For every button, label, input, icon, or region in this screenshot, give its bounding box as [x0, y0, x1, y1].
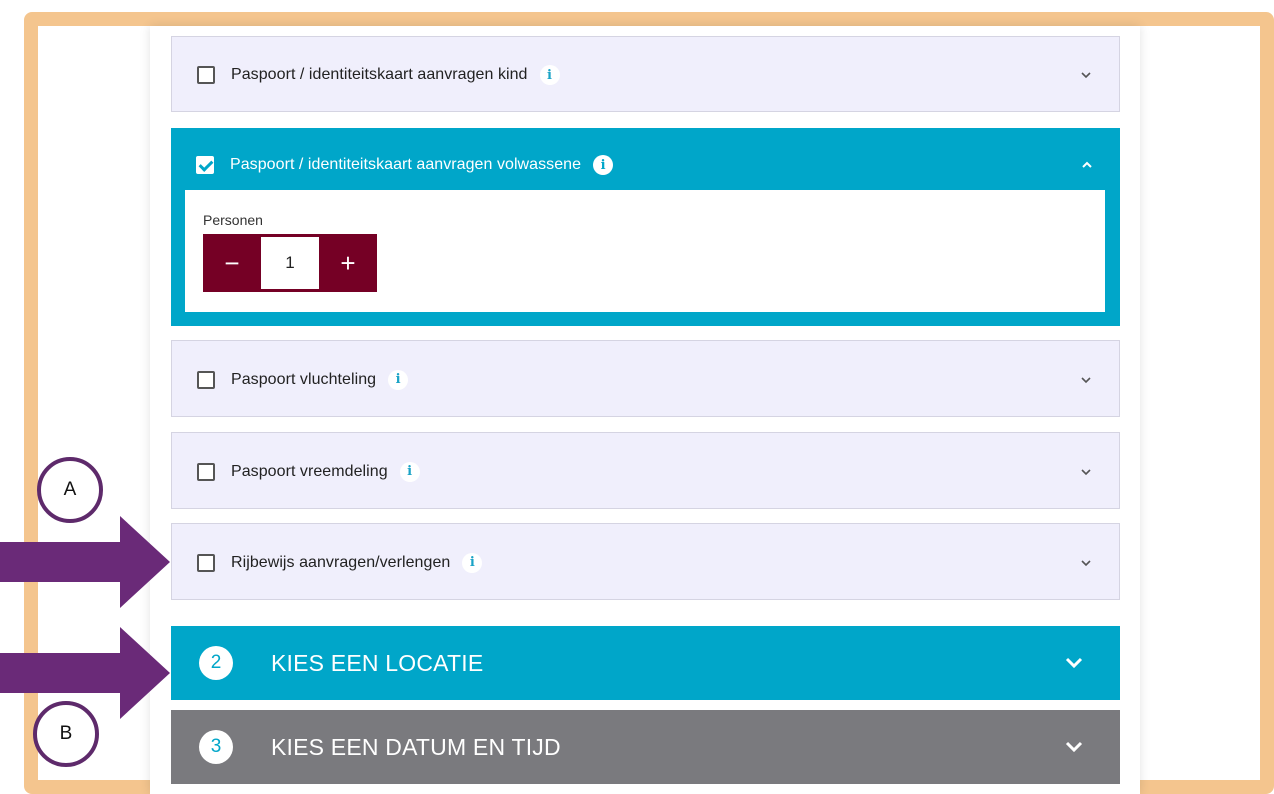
persons-panel: Personen − 1 +: [185, 190, 1105, 312]
item-label: Paspoort / identiteitskaart aanvragen vo…: [230, 156, 582, 173]
checkbox[interactable]: [197, 462, 215, 481]
service-item-passport-refugee[interactable]: Paspoort vluchteling i: [171, 340, 1120, 417]
item-label: Paspoort vreemdeling: [231, 462, 388, 480]
service-item-passport-child[interactable]: Paspoort / identiteitskaart aanvragen ki…: [171, 36, 1120, 112]
section-choose-date-time[interactable]: 3 KIES EEN DATUM EN TIJD: [171, 710, 1120, 784]
chevron-up-icon[interactable]: [1080, 158, 1094, 172]
checkbox[interactable]: [197, 370, 215, 389]
service-item-passport-foreigner[interactable]: Paspoort vreemdeling i: [171, 432, 1120, 509]
persons-stepper[interactable]: − 1 +: [203, 234, 377, 292]
item-label: Paspoort / identiteitskaart aanvragen ki…: [231, 66, 528, 83]
info-icon[interactable]: i: [462, 552, 483, 573]
section-choose-location[interactable]: 2 KIES EEN LOCATIE: [171, 626, 1120, 700]
item-label: Rijbewijs aanvragen/verlengen: [231, 553, 451, 571]
info-icon[interactable]: i: [399, 461, 420, 482]
persons-value[interactable]: 1: [261, 237, 319, 289]
checkbox-checked[interactable]: [196, 156, 214, 174]
section-title: KIES EEN LOCATIE: [271, 649, 484, 676]
checkbox[interactable]: [197, 553, 215, 572]
checkbox[interactable]: [197, 66, 215, 84]
section-title: KIES EEN DATUM EN TIJD: [271, 733, 561, 760]
callout-a: A: [37, 457, 103, 523]
chevron-down-icon[interactable]: [1064, 737, 1084, 757]
info-icon[interactable]: i: [593, 155, 614, 175]
chevron-down-icon[interactable]: [1079, 465, 1093, 479]
increment-button[interactable]: +: [319, 234, 377, 292]
chevron-down-icon[interactable]: [1079, 373, 1093, 387]
step-number-badge: 3: [199, 730, 233, 764]
service-item-driving-license[interactable]: Rijbewijs aanvragen/verlengen i: [171, 523, 1120, 600]
info-icon[interactable]: i: [539, 65, 560, 85]
persons-label: Personen: [203, 212, 263, 228]
arrow-icon: [0, 516, 170, 608]
arrow-icon: [0, 627, 170, 719]
item-label: Paspoort vluchteling: [231, 370, 377, 388]
chevron-down-icon[interactable]: [1064, 653, 1084, 673]
service-item-passport-adult[interactable]: Paspoort / identiteitskaart aanvragen vo…: [171, 128, 1120, 326]
info-icon[interactable]: i: [388, 369, 409, 390]
decrement-button[interactable]: −: [203, 234, 261, 292]
chevron-down-icon[interactable]: [1079, 556, 1093, 570]
step-number-badge: 2: [199, 646, 233, 680]
chevron-down-icon[interactable]: [1079, 68, 1093, 82]
